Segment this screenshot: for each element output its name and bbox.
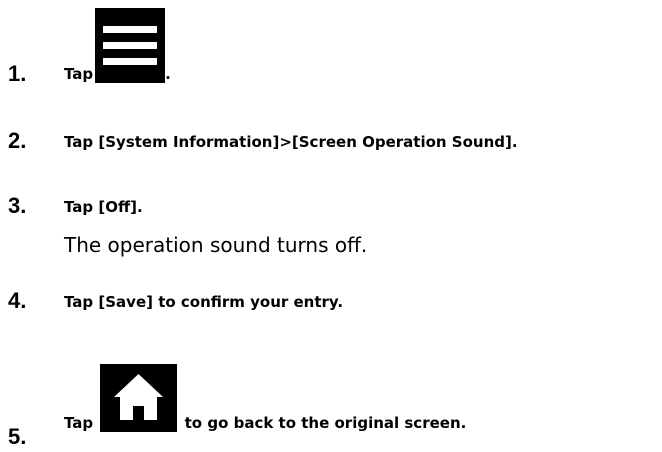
step-result: The operation sound turns off. [64,233,368,257]
step-text-after: to go back to the original screen. [184,414,467,432]
step-4: 4. Tap [Save] to confirm your entry. [0,290,662,320]
step-text-before: Tap [64,65,94,83]
step-number: 4. [8,288,27,313]
step-number: 1. [8,61,27,86]
hamburger-menu-icon [95,8,166,83]
home-icon [100,364,178,432]
step-5: 5. Tap to go back to the original screen… [0,356,662,449]
step-text: Tap . [64,8,171,83]
step-2: 2. Tap [System Information]>[Screen Oper… [0,130,662,160]
step-3: 3. Tap [Off]. The operation sound turns … [0,195,662,265]
step-number: 5. [8,424,27,449]
step-text: Tap [Save] to confirm your entry. [64,293,344,311]
step-text-after: . [165,65,171,83]
step-text: Tap [Off]. [64,198,143,216]
step-text: Tap [System Information]>[Screen Operati… [64,133,518,151]
step-1: 1. Tap . [0,0,662,90]
step-number: 2. [8,128,27,153]
step-number: 3. [8,193,27,218]
step-text: Tap to go back to the original screen. [64,364,466,432]
step-text-before: Tap [64,414,94,432]
